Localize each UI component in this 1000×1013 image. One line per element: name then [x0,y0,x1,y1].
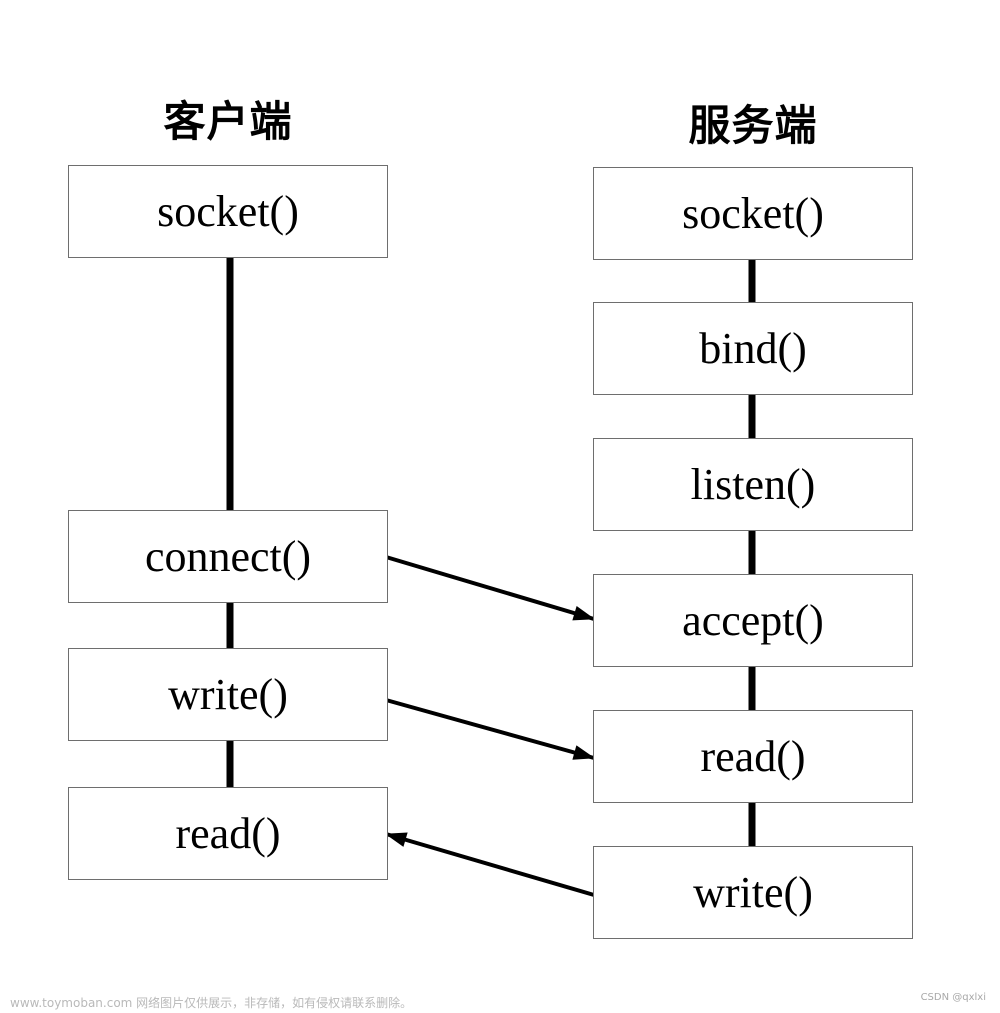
arrow-connect-to-accept [385,555,596,621]
client-connect-box: connect() [68,510,388,603]
watermark-text: www.toymoban.com 网络图片仅供展示，非存储，如有侵权请联系删除。 [10,996,413,1010]
client-write-box: write() [68,648,388,741]
client-heading: 客户端 [163,97,293,146]
server-accept-box: accept() [593,574,913,667]
arrow-write-to-read [385,698,596,760]
server-read-box: read() [593,710,913,803]
arrow-write-to-read-client [384,832,595,897]
server-bind-box: bind() [593,302,913,395]
client-socket-box: socket() [68,165,388,258]
client-read-box: read() [68,787,388,880]
server-socket-box: socket() [593,167,913,260]
server-write-box: write() [593,846,913,939]
credit-text: CSDN @qxlxi [920,992,986,1003]
server-listen-box: listen() [593,438,913,531]
server-heading: 服务端 [688,101,818,150]
